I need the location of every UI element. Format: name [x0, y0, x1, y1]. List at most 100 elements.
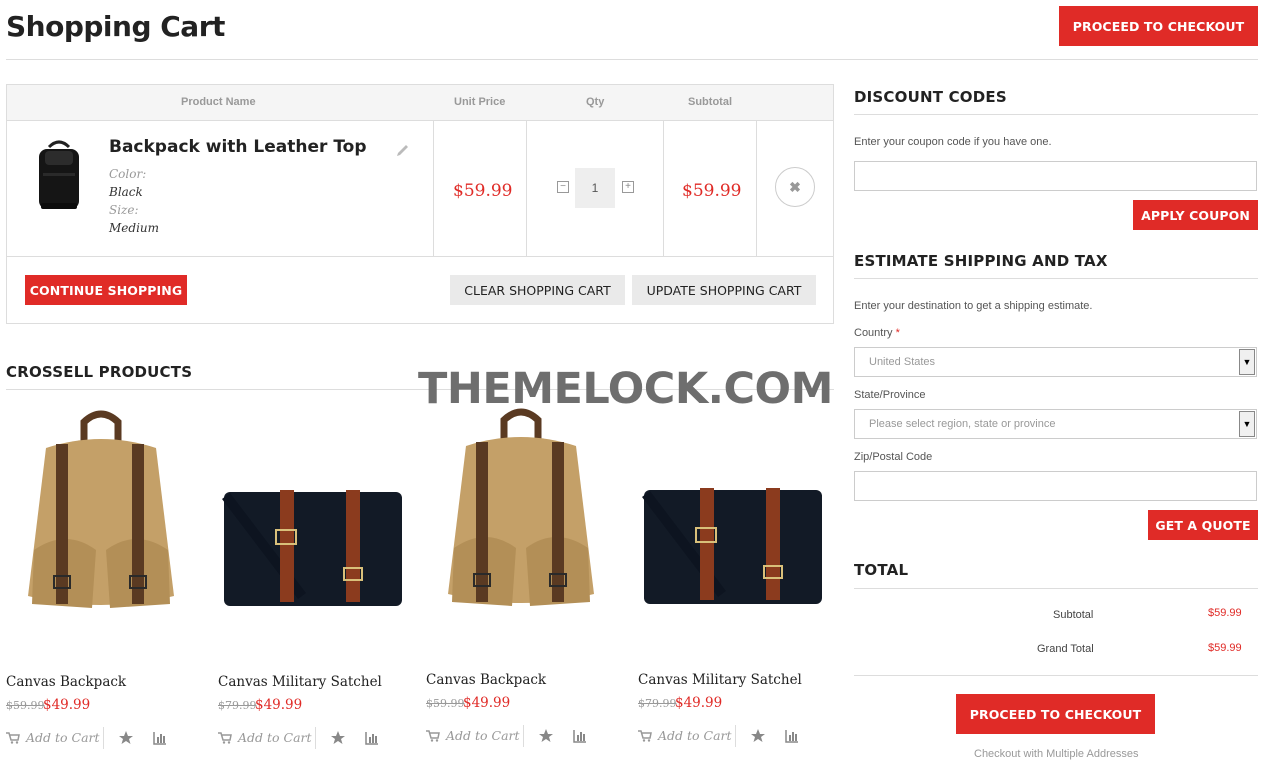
- continue-shopping-button[interactable]: CONTINUE SHOPPING: [25, 275, 187, 305]
- crosssell-product: Canvas Backpack $59.99 $49.99 Add to Car…: [426, 400, 626, 760]
- grand-total-label: Grand Total: [1037, 643, 1094, 655]
- star-icon[interactable]: [751, 729, 765, 743]
- total-title: TOTAL: [854, 561, 909, 579]
- product-name[interactable]: Canvas Backpack: [426, 672, 546, 688]
- subtotal-label: Subtotal: [1053, 609, 1094, 621]
- crosssell-product: Canvas Military Satchel $79.99 $49.99 Ad…: [218, 400, 418, 760]
- state-label: State/Province: [854, 389, 926, 401]
- discount-hint: Enter your coupon code if you have one.: [854, 136, 1052, 148]
- compare-icon[interactable]: [153, 731, 167, 745]
- cart-icon: [6, 731, 20, 744]
- add-to-cart-link[interactable]: Add to Cart: [426, 728, 520, 743]
- qty-decrease-button[interactable]: −: [557, 181, 569, 193]
- star-icon[interactable]: [331, 731, 345, 745]
- old-price: $59.99: [426, 697, 465, 710]
- discount-title: DISCOUNT CODES: [854, 88, 1007, 106]
- required-mark: *: [895, 327, 900, 339]
- old-price: $59.99: [6, 699, 45, 712]
- divider: [854, 588, 1258, 589]
- multiple-addresses-link[interactable]: Checkout with Multiple Addresses: [974, 748, 1138, 760]
- add-to-cart-label: Add to Cart: [446, 728, 520, 743]
- old-price: $79.99: [638, 697, 677, 710]
- star-icon[interactable]: [539, 729, 553, 743]
- old-price: $79.99: [218, 699, 257, 712]
- state-select[interactable]: Please select region, state or province …: [854, 409, 1257, 439]
- divider: [663, 121, 664, 257]
- add-to-cart-label: Add to Cart: [26, 730, 100, 745]
- option-label-color: Color:: [109, 167, 147, 181]
- product-thumbnail[interactable]: [25, 137, 93, 213]
- column-header-subtotal: Subtotal: [688, 96, 732, 108]
- add-to-cart-link[interactable]: Add to Cart: [638, 728, 732, 743]
- option-value-color: Black: [109, 185, 143, 199]
- qty-input[interactable]: [575, 168, 615, 208]
- compare-icon[interactable]: [785, 729, 799, 743]
- page-title: Shopping Cart: [6, 10, 225, 43]
- column-header-product: Product Name: [181, 96, 256, 108]
- star-icon[interactable]: [119, 731, 133, 745]
- special-price: $49.99: [463, 695, 511, 711]
- unit-price: $59.99: [453, 181, 513, 201]
- cart-icon: [218, 731, 232, 744]
- apply-coupon-button[interactable]: APPLY COUPON: [1133, 200, 1258, 230]
- military-satchel-image[interactable]: [638, 400, 828, 640]
- zip-label: Zip/Postal Code: [854, 451, 933, 463]
- divider: [523, 725, 524, 747]
- country-label-text: Country: [854, 327, 893, 339]
- crosssell-product: Canvas Military Satchel $79.99 $49.99 Ad…: [638, 400, 838, 760]
- canvas-backpack-image[interactable]: [6, 400, 196, 640]
- divider: [315, 727, 316, 749]
- product-name[interactable]: Canvas Military Satchel: [638, 672, 802, 688]
- shipping-hint: Enter your destination to get a shipping…: [854, 300, 1093, 312]
- grand-total-value: $59.99: [1208, 642, 1242, 654]
- compare-icon[interactable]: [573, 729, 587, 743]
- canvas-backpack-image[interactable]: [426, 400, 616, 640]
- divider: [854, 114, 1258, 115]
- cart-icon: [638, 729, 652, 742]
- compare-icon[interactable]: [365, 731, 379, 745]
- divider: [735, 725, 736, 747]
- watermark-text: THEMELOCK.COM: [418, 364, 833, 414]
- divider: [854, 675, 1258, 676]
- special-price: $49.99: [675, 695, 723, 711]
- clear-cart-button[interactable]: CLEAR SHOPPING CART: [450, 275, 625, 305]
- divider: [433, 121, 434, 257]
- divider: [7, 256, 833, 257]
- product-name[interactable]: Canvas Military Satchel: [218, 674, 382, 690]
- crosssell-product: Canvas Backpack $59.99 $49.99 Add to Car…: [6, 400, 206, 760]
- chevron-down-icon: ▼: [1239, 349, 1255, 375]
- cart-icon: [426, 729, 440, 742]
- state-select-value: Please select region, state or province: [869, 418, 1056, 430]
- divider: [854, 278, 1258, 279]
- add-to-cart-link[interactable]: Add to Cart: [6, 730, 100, 745]
- option-value-size: Medium: [109, 221, 160, 235]
- cart-item-name[interactable]: Backpack with Leather Top: [109, 137, 367, 157]
- chevron-down-icon: ▼: [1239, 411, 1255, 437]
- divider: [103, 727, 104, 749]
- remove-item-button[interactable]: ✖: [775, 167, 815, 207]
- divider: [6, 59, 1258, 60]
- qty-increase-button[interactable]: +: [622, 181, 634, 193]
- close-icon: ✖: [789, 178, 801, 195]
- pencil-icon[interactable]: [395, 141, 411, 157]
- military-satchel-image[interactable]: [218, 400, 408, 640]
- crosssell-title: CROSSELL PRODUCTS: [6, 363, 193, 381]
- cart-table: Product Name Unit Price Qty Subtotal Bac…: [6, 84, 834, 324]
- special-price: $49.99: [255, 697, 303, 713]
- product-name[interactable]: Canvas Backpack: [6, 674, 126, 690]
- add-to-cart-label: Add to Cart: [238, 730, 312, 745]
- add-to-cart-link[interactable]: Add to Cart: [218, 730, 312, 745]
- get-quote-button[interactable]: GET A QUOTE: [1148, 510, 1258, 540]
- update-cart-button[interactable]: UPDATE SHOPPING CART: [632, 275, 816, 305]
- proceed-to-checkout-button[interactable]: PROCEED TO CHECKOUT: [1059, 6, 1258, 46]
- add-to-cart-label: Add to Cart: [658, 728, 732, 743]
- column-header-price: Unit Price: [454, 96, 506, 108]
- divider: [756, 121, 757, 257]
- country-select[interactable]: United States ▼: [854, 347, 1257, 377]
- item-subtotal: $59.99: [682, 181, 742, 201]
- cart-table-header: Product Name Unit Price Qty Subtotal: [7, 85, 833, 121]
- zip-input[interactable]: [854, 471, 1257, 501]
- proceed-to-checkout-button[interactable]: PROCEED TO CHECKOUT: [956, 694, 1155, 734]
- coupon-code-input[interactable]: [854, 161, 1257, 191]
- country-select-value: United States: [869, 356, 936, 368]
